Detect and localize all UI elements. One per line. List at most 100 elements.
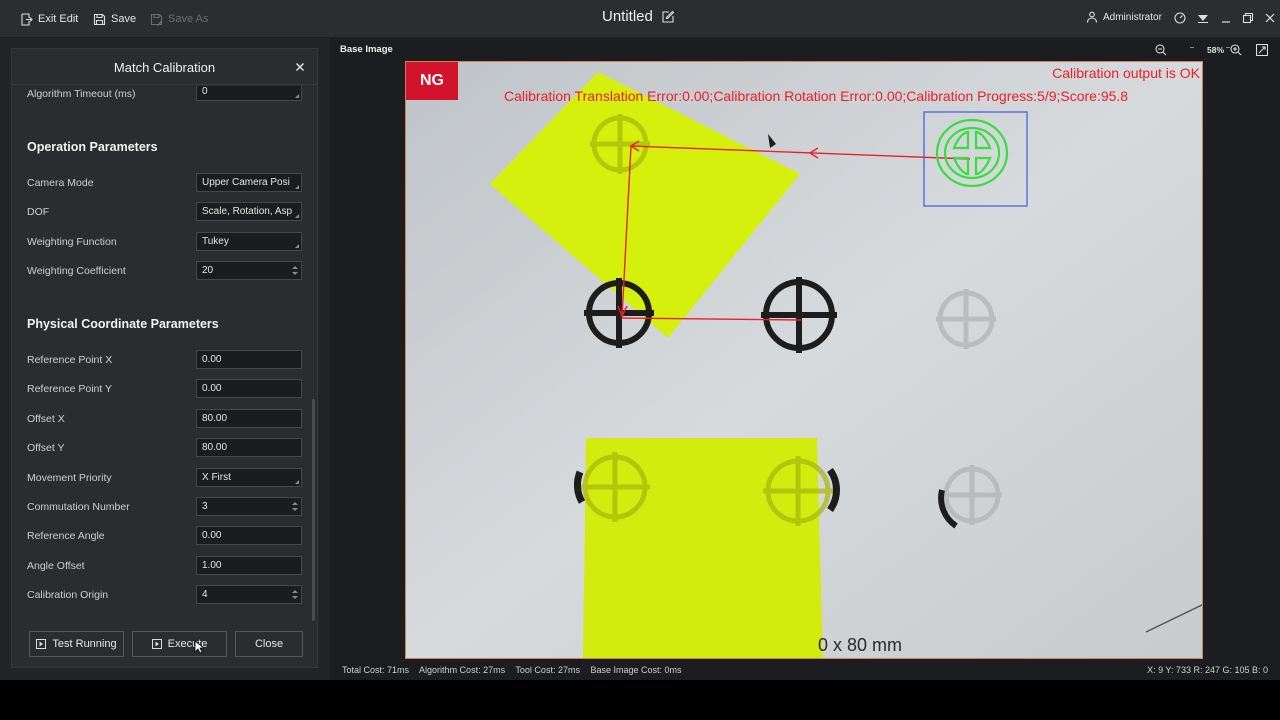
fit-view-button[interactable] — [1255, 43, 1269, 57]
exit-edit-label: Exit Edit — [38, 13, 79, 25]
dashboard-icon — [1174, 12, 1186, 24]
calibration-status-text: Calibration output is OK — [1052, 65, 1200, 81]
base-image-canvas[interactable]: NG Calibration output is OK Calibration … — [405, 61, 1203, 659]
zoom-in-button[interactable] — [1229, 43, 1243, 57]
close-label: Close — [254, 638, 284, 650]
angle-offset-label: Angle Offset — [27, 560, 85, 572]
camera-mode-select[interactable]: Upper Camera Posi — [196, 173, 302, 192]
offset-y-label: Offset Y — [27, 442, 65, 454]
fit-screen-icon — [1256, 44, 1268, 56]
save-as-icon — [150, 13, 163, 26]
play-icon — [36, 639, 47, 649]
tool-cost: Tool Cost: 27ms — [515, 665, 580, 675]
offset-y-input[interactable]: 80.00 — [196, 438, 302, 457]
reference-point-x-input[interactable]: 0.00 — [196, 350, 302, 369]
offset-x-input[interactable]: 80.00 — [196, 409, 302, 428]
exit-edit-button[interactable]: Exit Edit — [20, 10, 78, 28]
help-button[interactable] — [1173, 11, 1187, 25]
zoom-separator — [1190, 47, 1194, 48]
zoom-out-icon — [1155, 44, 1167, 56]
match-calibration-panel: Match Calibration Algorithm Timeout (ms)… — [11, 48, 318, 668]
bottom-letterbox — [0, 680, 1280, 720]
save-button[interactable]: Save — [93, 10, 136, 28]
test-running-label: Test Running — [52, 638, 117, 650]
zoom-out-button[interactable] — [1154, 43, 1168, 57]
reference-point-y-input[interactable]: 0.00 — [196, 379, 302, 398]
spinner-arrows-icon[interactable] — [292, 501, 298, 512]
sticky-note-bottom — [583, 438, 823, 658]
zoom-in-icon — [1230, 44, 1242, 56]
calibration-origin-label: Calibration Origin — [27, 589, 109, 601]
total-cost: Total Cost: 71ms — [342, 665, 410, 675]
weighting-coefficient-label: Weighting Coefficient — [27, 265, 126, 277]
user-icon — [1086, 11, 1098, 23]
close-icon — [1265, 13, 1275, 23]
dropdown-button[interactable] — [1196, 11, 1210, 25]
camera-image — [406, 62, 1202, 658]
test-running-button[interactable]: Test Running — [29, 631, 124, 657]
board-printed-text: 0 x 80 mm — [818, 635, 903, 655]
commutation-number-label: Commutation Number — [27, 501, 130, 513]
reference-point-y-label: Reference Point Y — [27, 383, 113, 395]
user-name: Administrator — [1103, 11, 1162, 23]
operation-parameters-heading: Operation Parameters — [27, 140, 158, 154]
minimize-icon — [1222, 21, 1230, 23]
image-view: Base Image 58% NG Calibration output is … — [330, 38, 1280, 680]
exit-edit-icon — [21, 12, 33, 26]
panel-header: Match Calibration — [12, 49, 317, 85]
spinner-arrows-icon[interactable] — [292, 589, 298, 600]
panel-title: Match Calibration — [113, 60, 216, 75]
movement-priority-select[interactable]: X First — [196, 468, 302, 487]
panel-scrollbar[interactable] — [312, 399, 315, 621]
mouse-cursor-icon — [194, 640, 204, 654]
dof-select[interactable]: Scale, Rotation, Asp — [196, 202, 302, 221]
commutation-number-value: 3 — [202, 501, 208, 512]
image-view-toolbar: Base Image 58% — [330, 38, 1280, 60]
movement-priority-label: Movement Priority — [27, 472, 112, 484]
save-icon — [93, 13, 106, 25]
algorithm-cost: Algorithm Cost: 27ms — [419, 665, 506, 675]
minimize-button[interactable] — [1219, 11, 1233, 25]
document-title-text: Untitled — [602, 8, 653, 25]
offset-x-label: Offset X — [27, 413, 65, 425]
restore-button[interactable] — [1241, 11, 1255, 25]
save-as-button[interactable]: Save As — [150, 10, 208, 28]
calibration-origin-stepper[interactable]: 4 — [196, 585, 302, 604]
base-image-cost: Base Image Cost: 0ms — [590, 665, 682, 675]
user-menu[interactable]: Administrator — [1086, 11, 1162, 23]
save-as-label: Save As — [168, 13, 209, 25]
pixel-readout: X: 9 Y: 733 R: 247 G: 105 B: 0 — [1147, 665, 1268, 675]
weighting-function-select[interactable]: Tukey — [196, 232, 302, 251]
algorithm-timeout-field[interactable]: 0 — [196, 86, 302, 101]
panel-close-icon[interactable] — [293, 60, 307, 74]
camera-mode-label: Camera Mode — [27, 177, 94, 189]
spinner-arrows-icon[interactable] — [292, 265, 298, 276]
zoom-level: 58% — [1207, 45, 1225, 55]
angle-offset-input[interactable]: 1.00 — [196, 556, 302, 575]
reference-angle-label: Reference Angle — [27, 530, 105, 542]
commutation-number-stepper[interactable]: 3 — [196, 497, 302, 516]
edit-title-icon[interactable] — [661, 10, 675, 24]
close-window-button[interactable] — [1263, 11, 1277, 25]
calibration-origin-value: 4 — [202, 589, 208, 600]
physical-coordinate-parameters-heading: Physical Coordinate Parameters — [27, 317, 219, 331]
save-label: Save — [111, 13, 137, 25]
weighting-coefficient-stepper[interactable]: 20 — [196, 261, 302, 280]
play-icon — [151, 639, 162, 649]
panel-body: Algorithm Timeout (ms) 0 Operation Param… — [12, 86, 317, 618]
top-toolbar: Exit Edit Save Save As Untitled Administ… — [0, 0, 1280, 38]
close-button[interactable]: Close — [235, 631, 303, 657]
calibration-details-text: Calibration Translation Error:0.00;Calib… — [504, 88, 1129, 104]
cost-status-bar: Total Cost: 71ms Algorithm Cost: 27ms To… — [342, 665, 690, 675]
ng-badge: NG — [406, 62, 458, 100]
execute-button[interactable]: Execute — [132, 631, 227, 657]
dof-label: DOF — [27, 206, 50, 218]
image-view-title: Base Image — [340, 44, 393, 55]
document-title: Untitled — [602, 8, 675, 25]
restore-icon — [1242, 12, 1254, 24]
weighting-coefficient-value: 20 — [202, 265, 214, 276]
caret-down-icon — [1198, 15, 1208, 23]
reference-point-x-label: Reference Point X — [27, 354, 113, 366]
reference-angle-input[interactable]: 0.00 — [196, 526, 302, 545]
weighting-function-label: Weighting Function — [27, 236, 117, 248]
